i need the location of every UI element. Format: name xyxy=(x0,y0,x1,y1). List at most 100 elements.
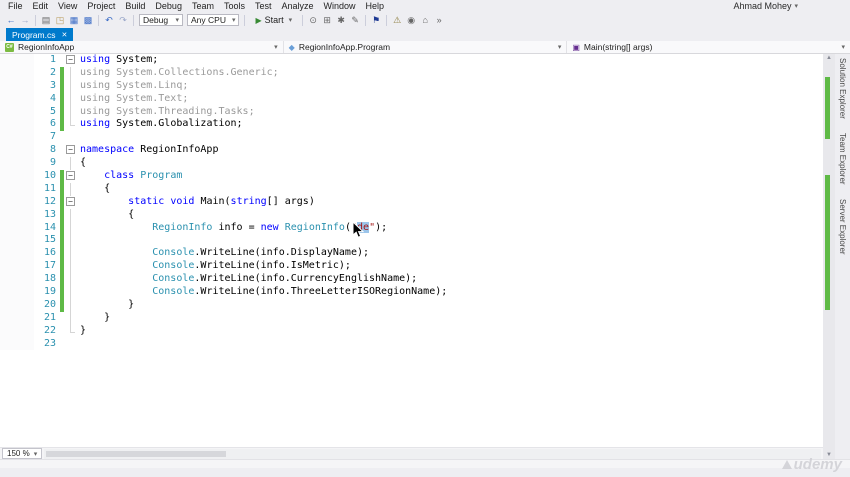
code-line-20[interactable]: 20 } xyxy=(0,298,823,312)
error-list-icon[interactable]: ⚠ xyxy=(390,15,404,26)
code-line-16[interactable]: 16 Console.WriteLine(info.DisplayName); xyxy=(0,247,823,261)
close-icon[interactable]: ✕ xyxy=(61,31,67,39)
breakpoint-margin[interactable] xyxy=(0,131,34,145)
breakpoint-margin[interactable] xyxy=(0,247,34,261)
save-all-icon[interactable]: ▩ xyxy=(81,15,95,26)
breakpoint-margin[interactable] xyxy=(0,260,34,274)
menu-item-edit[interactable]: Edit xyxy=(28,1,54,11)
toolbox-icon[interactable]: ✎ xyxy=(348,15,362,26)
side-tab-team-explorer[interactable]: Team Explorer xyxy=(838,133,847,185)
menu-item-project[interactable]: Project xyxy=(82,1,120,11)
open-file-icon[interactable]: ◳ xyxy=(53,15,67,26)
menu-item-test[interactable]: Test xyxy=(250,1,277,11)
breakpoint-margin[interactable] xyxy=(0,157,34,171)
horizontal-scrollbar[interactable] xyxy=(44,448,821,459)
breakpoint-margin[interactable] xyxy=(0,324,34,338)
menu-item-help[interactable]: Help xyxy=(361,1,390,11)
code-line-23[interactable]: 23 xyxy=(0,337,823,351)
breakpoint-margin[interactable] xyxy=(0,208,34,222)
code-line-8[interactable]: 8− namespace RegionInfoApp xyxy=(0,144,823,158)
code-line-7[interactable]: 7 xyxy=(0,131,823,145)
vertical-scrollbar[interactable]: ▲ ▼ xyxy=(823,54,835,459)
breakpoint-margin[interactable] xyxy=(0,92,34,106)
breakpoint-margin[interactable] xyxy=(0,170,34,183)
start-debugging-button[interactable]: ▶ Start ▾ xyxy=(250,15,297,25)
code-line-15[interactable]: 15 xyxy=(0,234,823,248)
side-tab-server-explorer[interactable]: Server Explorer xyxy=(838,199,847,255)
properties-window-icon[interactable]: ✱ xyxy=(334,15,348,26)
breakpoint-margin[interactable] xyxy=(0,311,34,325)
breakpoint-margin[interactable] xyxy=(0,54,34,67)
breakpoint-margin[interactable] xyxy=(0,337,34,351)
menu-item-view[interactable]: View xyxy=(53,1,82,11)
menu-item-build[interactable]: Build xyxy=(120,1,150,11)
breakpoint-margin[interactable] xyxy=(0,298,34,312)
code-line-18[interactable]: 18 Console.WriteLine(info.CurrencyEnglis… xyxy=(0,273,823,287)
menu-item-team[interactable]: Team xyxy=(187,1,219,11)
collapse-box-icon[interactable]: − xyxy=(66,196,75,206)
find-in-files-icon[interactable]: ⊙ xyxy=(306,15,320,26)
object-browser-icon[interactable]: ◉ xyxy=(404,15,418,26)
code-line-22[interactable]: 22} xyxy=(0,324,823,338)
navigate-forward-icon[interactable]: → xyxy=(18,15,32,25)
code-line-5[interactable]: 5 using System.Threading.Tasks; xyxy=(0,105,823,119)
code-line-1[interactable]: 1 − using System; xyxy=(0,54,823,67)
breakpoint-margin[interactable] xyxy=(0,66,34,80)
project-dropdown[interactable]: C# RegionInfoApp ▾ xyxy=(0,41,284,53)
code-line-13[interactable]: 13 { xyxy=(0,208,823,222)
collapse-box-icon[interactable]: − xyxy=(66,145,75,155)
save-icon[interactable]: ▦ xyxy=(67,15,81,26)
breakpoint-margin[interactable] xyxy=(0,273,34,287)
type-dropdown[interactable]: ◆ RegionInfoApp.Program ▾ xyxy=(284,41,568,53)
code-line-17[interactable]: 17 Console.WriteLine(info.IsMetric); xyxy=(0,260,823,274)
menu-item-debug[interactable]: Debug xyxy=(150,1,187,11)
toolbar-options-icon[interactable]: » xyxy=(432,15,446,25)
breakpoint-margin[interactable] xyxy=(0,234,34,248)
undo-icon[interactable]: ↶ xyxy=(102,15,116,26)
breakpoint-margin[interactable] xyxy=(0,144,34,158)
breakpoint-margin[interactable] xyxy=(0,105,34,119)
solution-explorer-icon[interactable]: ⊞ xyxy=(320,15,334,26)
side-tab-solution-explorer[interactable]: Solution Explorer xyxy=(838,58,847,119)
solution-platform-dropdown[interactable]: Any CPU ▾ xyxy=(187,14,240,26)
start-page-icon[interactable]: ⌂ xyxy=(418,15,432,25)
code-line-12[interactable]: 12− static void Main(string[] args) xyxy=(0,195,823,209)
scroll-down-icon[interactable]: ▼ xyxy=(823,452,835,458)
horizontal-scrollbar-thumb[interactable] xyxy=(46,450,227,457)
breakpoint-margin[interactable] xyxy=(0,118,34,132)
tab-program-cs[interactable]: Program.cs ✕ xyxy=(6,28,74,41)
code-line-21[interactable]: 21 } xyxy=(0,311,823,325)
menu-item-analyze[interactable]: Analyze xyxy=(277,1,319,11)
code-line-3[interactable]: 3 using System.Linq; xyxy=(0,79,823,93)
toolbar-separator xyxy=(244,14,246,26)
code-line-2[interactable]: 2 using System.Collections.Generic; xyxy=(0,66,823,80)
code-line-10[interactable]: 10− class Program xyxy=(0,170,823,183)
code-line-9[interactable]: 9{ xyxy=(0,157,823,171)
menu-item-file[interactable]: File xyxy=(3,1,28,11)
breakpoint-margin[interactable] xyxy=(0,286,34,299)
collapse-box-icon[interactable]: − xyxy=(66,171,75,181)
menu-item-window[interactable]: Window xyxy=(319,1,361,11)
code-line-14[interactable]: 14 RegionInfo info = new RegionInfo("de"… xyxy=(0,221,823,235)
code-area[interactable]: 1− using System; 2 using System.Collections… xyxy=(0,54,823,447)
breakpoint-margin[interactable] xyxy=(0,182,34,196)
code-line-4[interactable]: 4 using System.Text; xyxy=(0,92,823,106)
zoom-control[interactable]: 150 % ▾ xyxy=(2,448,43,459)
menu-item-tools[interactable]: Tools xyxy=(219,1,250,11)
new-file-icon[interactable]: ▤ xyxy=(39,15,53,26)
code-line-11[interactable]: 11 { xyxy=(0,182,823,196)
collapse-box-icon[interactable]: − xyxy=(66,55,75,64)
navigate-back-icon[interactable]: ← xyxy=(4,15,18,25)
breakpoint-margin[interactable] xyxy=(0,79,34,93)
code-line-19[interactable]: 19 Console.WriteLine(info.ThreeLetterISO… xyxy=(0,286,823,299)
scroll-up-icon[interactable]: ▲ xyxy=(823,55,835,61)
breakpoint-margin[interactable] xyxy=(0,221,34,235)
user-account[interactable]: Ahmad Mohey ▾ xyxy=(733,1,798,11)
member-dropdown[interactable]: ▣ Main(string[] args) ▾ xyxy=(567,41,850,53)
code-line-6[interactable]: 6 using System.Globalization; xyxy=(0,118,823,132)
solution-configuration-dropdown[interactable]: Debug ▾ xyxy=(139,14,183,26)
breakpoint-margin[interactable] xyxy=(0,195,34,209)
redo-icon[interactable]: ↷ xyxy=(116,15,130,26)
feedback-flag-icon[interactable]: ⚑ xyxy=(369,15,383,26)
